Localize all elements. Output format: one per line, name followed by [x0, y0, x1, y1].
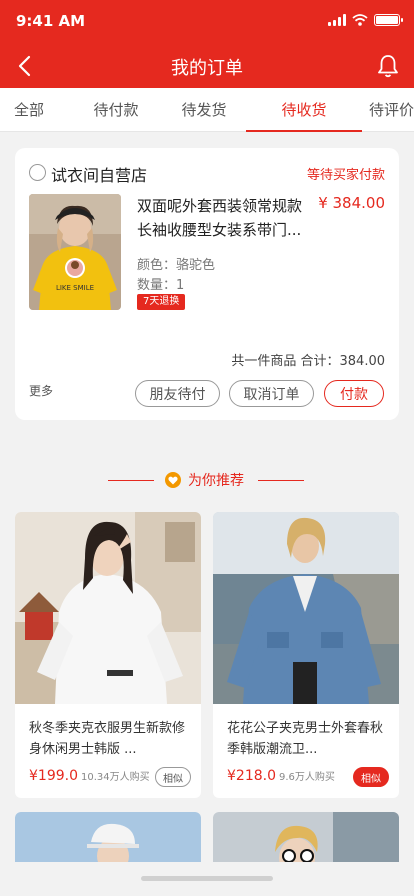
header: 9:41 AM 我的订单: [0, 0, 414, 88]
home-indicator[interactable]: [141, 876, 273, 881]
page-title: 我的订单: [171, 58, 243, 79]
order-card: 试衣间自营店 等待买家付款 LIKE SMILE 双面呢外套西装领常规款长袖收腰…: [15, 148, 399, 420]
recommend-sold-count: 10.34万人购买: [81, 772, 150, 783]
status-bar: 9:41 AM: [0, 0, 414, 44]
recommend-price-value: ¥218.0: [227, 768, 276, 784]
recommend-title: 为你推荐: [188, 473, 244, 489]
product-price: ¥ 384.00: [318, 194, 385, 212]
order-summary: 共一件商品 合计：384.00: [231, 354, 385, 369]
recommend-header: 为你推荐: [0, 468, 414, 492]
order-status: 等待买家付款: [306, 168, 385, 183]
product-image[interactable]: LIKE SMILE: [29, 194, 121, 310]
recommend-price-value: ¥199.0: [29, 768, 78, 784]
tab-pending-review[interactable]: 待评价: [362, 88, 414, 131]
recommend-image[interactable]: [15, 512, 201, 704]
recommend-card[interactable]: 秋冬季夹克衣服男生新款修身休闲男士韩版 ... ¥199.0 10.34万人购买 …: [15, 512, 201, 798]
tab-pending-receipt[interactable]: 待收货: [246, 88, 362, 132]
recommend-image[interactable]: [213, 512, 399, 704]
cancel-order-button[interactable]: 取消订单: [229, 380, 314, 407]
tab-all[interactable]: 全部: [0, 88, 58, 131]
product-quantity: 数量：1: [137, 278, 185, 293]
product-color: 颜色：骆驼色: [137, 258, 216, 273]
status-icons: [328, 14, 403, 26]
order-tabs: 全部 待付款 待发货 待收货 待评价: [0, 88, 414, 132]
notification-button[interactable]: [374, 52, 402, 80]
more-button[interactable]: 更多: [29, 382, 53, 399]
wifi-icon: [352, 14, 368, 26]
tab-pending-shipment[interactable]: 待发货: [174, 88, 234, 131]
pay-button[interactable]: 付款: [324, 380, 384, 407]
recommend-name: 花花公子夹克男士外套春秋季韩版潮流卫...: [227, 721, 384, 757]
recommend-price: ¥218.0 9.6万人购买: [227, 768, 335, 784]
product-title[interactable]: 双面呢外套西装领常规款长袖收腰型女装系带门...: [137, 194, 309, 242]
shirt-print-text: LIKE SMILE: [56, 284, 94, 292]
recommend-name: 秋冬季夹克衣服男生新款修身休闲男士韩版 ...: [29, 721, 186, 757]
divider-right: [258, 480, 304, 481]
recommend-sold-count: 9.6万人购买: [279, 772, 335, 783]
signal-icon: [328, 14, 346, 26]
shop-name[interactable]: 试衣间自营店: [51, 162, 147, 186]
select-radio[interactable]: [29, 164, 46, 181]
similar-button[interactable]: 相似: [353, 767, 389, 787]
battery-icon: [374, 14, 403, 26]
bell-icon: [378, 55, 398, 78]
shop-row: 试衣间自营店 等待买家付款: [29, 162, 385, 186]
recommend-price: ¥199.0 10.34万人购买: [29, 768, 150, 784]
divider-left: [108, 480, 154, 481]
status-time: 9:41 AM: [16, 12, 86, 30]
tab-pending-payment[interactable]: 待付款: [58, 88, 174, 131]
similar-button[interactable]: 相似: [155, 767, 191, 787]
return-policy-badge: 7天退换: [137, 294, 186, 310]
heart-icon: [165, 472, 181, 488]
friend-pay-button[interactable]: 朋友待付: [135, 380, 220, 407]
nav-bar: 我的订单: [0, 44, 414, 88]
recommend-card[interactable]: 花花公子夹克男士外套春秋季韩版潮流卫... ¥218.0 9.6万人购买 相似: [213, 512, 399, 798]
